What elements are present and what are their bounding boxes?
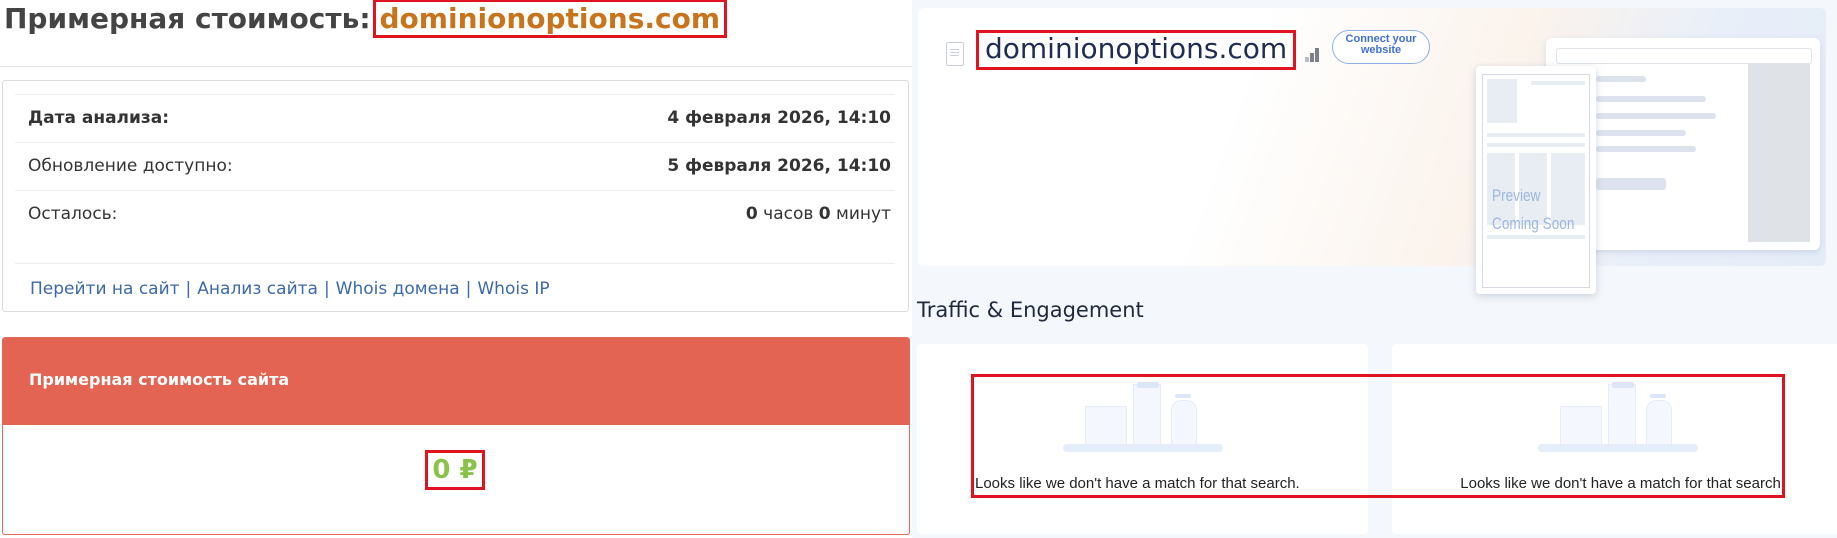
- doc-icon: [946, 42, 964, 66]
- mockup-block: [1487, 133, 1585, 137]
- mockup-button: [1596, 178, 1666, 190]
- remaining-hours-unit: часов: [763, 204, 814, 224]
- mockup-address-bar: [1556, 48, 1812, 64]
- site-cost-header-label: Примерная стоимость сайта: [29, 370, 290, 389]
- empty-chart-illustration-icon: [1063, 382, 1223, 452]
- remaining-hours: 0: [745, 204, 758, 224]
- link-whois-domain[interactable]: Whois домена: [336, 279, 460, 299]
- mockup-frame: [1482, 74, 1590, 288]
- section-title: Traffic & Engagement: [917, 298, 1144, 322]
- mockup-block: [1531, 81, 1585, 85]
- site-cost-header: Примерная стоимость сайта: [3, 338, 909, 425]
- info-row-analysis-date: Дата анализа: 4 февраля 2026, 14:10: [15, 94, 895, 143]
- link-go-to-site[interactable]: Перейти на сайт: [30, 279, 180, 299]
- mockup-line: [1596, 130, 1686, 136]
- connect-website-button[interactable]: Connect your website: [1332, 30, 1430, 64]
- analysis-info-card: Дата анализа: 4 февраля 2026, 14:10 Обно…: [2, 80, 909, 312]
- engagement-card: Looks like we don't have a match for tha…: [1392, 344, 1837, 534]
- link-separator: |: [185, 279, 192, 299]
- page-title: Примерная стоимость: dominionoptions.com: [4, 0, 728, 38]
- hero-domain: dominionoptions.com: [976, 30, 1297, 70]
- signal-icon: [1305, 48, 1321, 62]
- mockup-block: [1487, 143, 1585, 147]
- empty-chart-illustration-icon: [1538, 382, 1698, 452]
- info-value-remaining: 0 часов 0 минут: [746, 204, 891, 224]
- info-label: Дата анализа:: [28, 108, 170, 128]
- site-cost-value: 0 ₽: [425, 450, 485, 490]
- remaining-minutes-unit: минут: [836, 204, 891, 224]
- link-site-analysis[interactable]: Анализ сайта: [197, 279, 318, 299]
- link-separator: |: [323, 279, 330, 299]
- left-panel: Примерная стоимость: dominionoptions.com …: [0, 0, 912, 538]
- info-value: 5 февраля 2026, 14:10: [667, 156, 891, 176]
- right-panel: dominionoptions.com Connect your website: [912, 0, 1837, 538]
- preview-mockup-mobile: Preview Coming Soon: [1476, 66, 1596, 294]
- remaining-minutes: 0: [818, 204, 831, 224]
- page-title-prefix: Примерная стоимость:: [4, 2, 371, 35]
- site-hero-card: dominionoptions.com Connect your website: [918, 8, 1826, 294]
- preview-coming-soon-text: Preview Coming Soon: [1492, 182, 1574, 238]
- empty-state-message: Looks like we don't have a match for tha…: [975, 475, 1300, 492]
- mockup-line: [1596, 76, 1646, 82]
- mockup-block: [1487, 79, 1517, 123]
- mockup-line: [1596, 113, 1716, 119]
- info-label: Обновление доступно:: [28, 156, 233, 176]
- mockup-line: [1596, 96, 1706, 102]
- preview-text-line1: Preview: [1492, 186, 1541, 205]
- traffic-card: Looks like we don't have a match for tha…: [917, 344, 1368, 534]
- site-links: Перейти на сайт | Анализ сайта | Whois домен…: [15, 263, 895, 312]
- info-value: 4 февраля 2026, 14:10: [667, 108, 891, 128]
- link-whois-ip[interactable]: Whois IP: [477, 279, 549, 299]
- info-row-remaining: Осталось: 0 часов 0 минут: [15, 190, 895, 239]
- mockup-sidebar: [1748, 64, 1810, 242]
- site-cost-card: Примерная стоимость сайта 0 ₽: [2, 337, 910, 535]
- mockup-line: [1596, 146, 1696, 152]
- link-separator: |: [465, 279, 472, 299]
- preview-text-line2: Coming Soon: [1492, 214, 1575, 233]
- empty-state-message: Looks like we don't have a match for tha…: [1460, 475, 1785, 492]
- info-label: Осталось:: [28, 204, 118, 224]
- page-title-domain: dominionoptions.com: [372, 0, 728, 38]
- title-divider: [0, 66, 912, 67]
- info-row-update-available: Обновление доступно: 5 февраля 2026, 14:…: [15, 142, 895, 191]
